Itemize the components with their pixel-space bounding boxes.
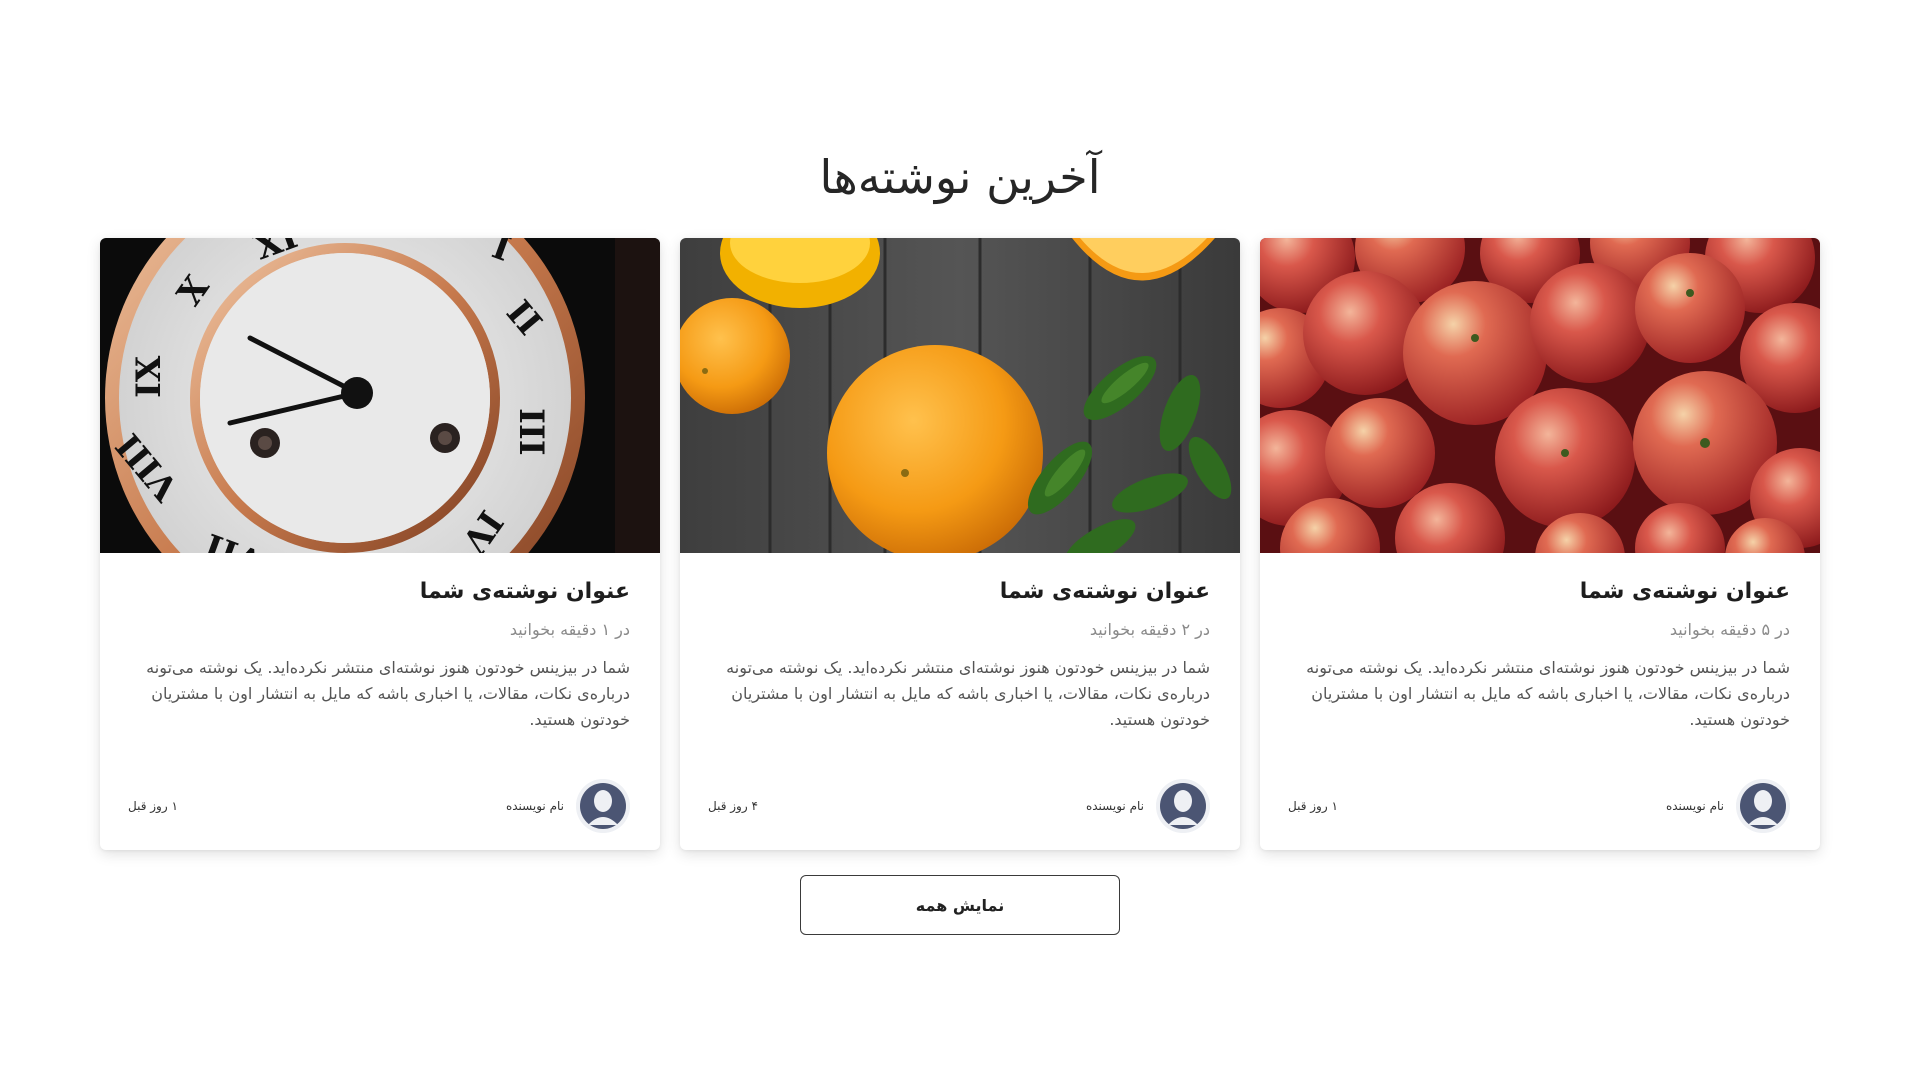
post-image-clock[interactable]: XI I II III IV V VII VIII IX X — [100, 238, 660, 553]
post-excerpt: شما در بیزینس خودتون هنوز نوشته‌ای منتشر… — [146, 658, 630, 729]
post-read-time: در ۵ دقیقه بخوانید — [1669, 620, 1790, 639]
post-author[interactable]: نام نویسنده — [506, 779, 630, 833]
author-name: نام نویسنده — [1665, 799, 1724, 813]
svg-text:III: III — [511, 408, 551, 456]
post-footer: نام نویسنده ۴ روز قبل — [708, 778, 1210, 834]
post-excerpt: شما در بیزینس خودتون هنوز نوشته‌ای منتشر… — [726, 658, 1210, 729]
section-title: آخرین نوشته‌ها — [819, 150, 1101, 204]
user-avatar-icon — [1736, 779, 1790, 833]
post-excerpt: شما در بیزینس خودتون هنوز نوشته‌ای منتشر… — [1306, 658, 1790, 729]
post-footer: نام نویسنده ۱ روز قبل — [128, 778, 630, 834]
post-author[interactable]: نام نویسنده — [1666, 779, 1790, 833]
post-date: ۱ روز قبل — [128, 799, 178, 813]
author-name: نام نویسنده — [1085, 799, 1144, 813]
post-title[interactable]: عنوان نوشته‌ی شما — [130, 579, 630, 604]
post-image-apples[interactable] — [1260, 238, 1820, 553]
user-avatar-icon — [1156, 779, 1210, 833]
post-date: ۴ روز قبل — [708, 799, 758, 813]
post-author[interactable]: نام نویسنده — [1086, 779, 1210, 833]
post-read-time: در ۱ دقیقه بخوانید — [509, 620, 630, 639]
post-card[interactable]: عنوان نوشته‌ی شما در ۲ دقیقه بخوانید شما… — [680, 238, 1240, 850]
posts-grid: عنوان نوشته‌ی شما در ۵ دقیقه بخوانید شما… — [100, 238, 1820, 850]
clock-photo: XI I II III IV V VII VIII IX X — [100, 238, 660, 553]
post-read-time: در ۲ دقیقه بخوانید — [1089, 620, 1210, 639]
svg-text:IX: IX — [129, 355, 169, 398]
oranges-photo — [680, 238, 1240, 553]
user-avatar-icon — [576, 779, 630, 833]
post-title[interactable]: عنوان نوشته‌ی شما — [710, 579, 1210, 604]
post-title[interactable]: عنوان نوشته‌ی شما — [1290, 579, 1790, 604]
post-card[interactable]: عنوان نوشته‌ی شما در ۵ دقیقه بخوانید شما… — [1260, 238, 1820, 850]
author-name: نام نویسنده — [505, 799, 564, 813]
show-all-button[interactable]: نمایش همه — [800, 875, 1120, 935]
post-footer: نام نویسنده ۱ روز قبل — [1288, 778, 1790, 834]
post-image-oranges[interactable] — [680, 238, 1240, 553]
post-date: ۱ روز قبل — [1288, 799, 1338, 813]
apples-photo — [1260, 238, 1820, 553]
post-card[interactable]: XI I II III IV V VII VIII IX X — [100, 238, 660, 850]
